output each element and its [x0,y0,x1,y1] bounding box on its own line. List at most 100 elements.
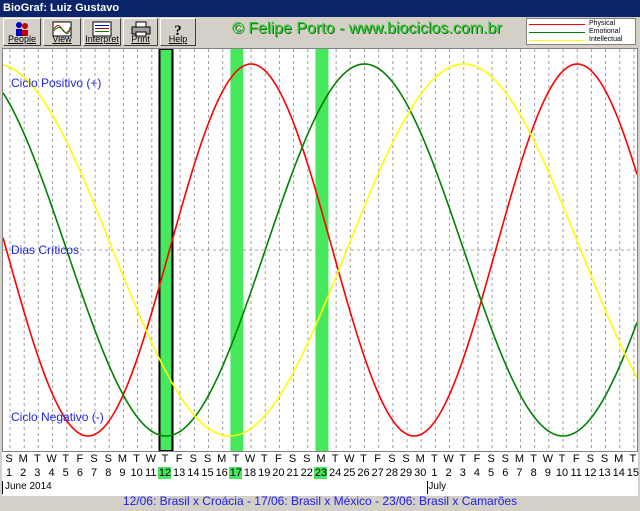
day-number-label: 13 [598,467,611,479]
weekday-label: S [90,453,98,465]
critical-days-label: Dias Críticos [11,243,80,257]
weekday-label: S [388,453,396,465]
window-title: BioGraf: Luiz Gustavo [3,2,120,14]
weekday-label: T [459,453,467,465]
legend-label-intellectual: Intellectual [589,36,623,43]
legend-line-intellectual [529,40,585,41]
weekday-label: T [33,453,41,465]
print-button-label: Print [131,34,150,44]
view-button[interactable]: View [43,18,81,46]
weekday-label: M [614,453,624,465]
highlight-day-bar [158,48,174,452]
weekday-label: S [5,453,13,465]
legend-item-intellectual: Intellectual [529,36,633,44]
interpret-button[interactable]: Interpret [83,18,121,46]
biorhythm-chart: Ciclo Positivo (+) Dias Críticos Ciclo N… [2,48,638,452]
day-number-label: 28 [385,467,398,479]
help-button[interactable]: ? Help [160,18,196,46]
weekday-label: S [303,453,311,465]
chart-legend: Physical Emotional Intellectual [526,18,636,45]
weekday-label: S [487,453,495,465]
day-number-label: 14 [187,467,200,479]
day-number-label: 5 [488,467,495,479]
weekday-label: W [145,453,156,465]
weekday-label: S [288,453,297,465]
day-number-label: 13 [173,467,186,479]
month-label-june: June 2014 [5,481,52,492]
highlight-day-bar [315,49,329,451]
weekday-label: T [133,453,140,465]
weekday-label: F [275,453,282,465]
weekday-label: M [415,453,425,465]
day-number-label: 23 [314,467,328,479]
month-label-july: July [428,481,447,492]
weekday-label: F [175,453,183,465]
day-number-label: 12 [584,467,597,479]
day-number-label: 11 [570,467,582,479]
day-number-label: 8 [105,467,112,479]
weekday-label: M [217,453,227,465]
day-number-label: 1 [431,467,438,479]
day-number-label: 6 [76,467,83,479]
weekday-label: T [530,453,538,465]
credit-banner: © Felipe Porto - www.biociclos.com.br [232,20,502,37]
negative-cycle-label: Ciclo Negativo (-) [11,410,104,424]
day-number-label: 15 [626,467,640,479]
weekday-label: T [360,453,367,465]
day-number-label: 9 [544,467,551,479]
day-number-label: 27 [371,467,384,479]
weekday-label: M [18,453,28,465]
day-number-label: 10 [130,467,143,479]
biorhythm-chart-svg [2,48,638,452]
interpret-button-label: Interpret [85,34,119,44]
weekday-label: F [572,453,580,465]
day-number-label: 29 [399,467,413,479]
print-button[interactable]: Print [123,18,158,46]
weekday-label: S [104,453,112,465]
weekday-label: T [431,453,438,465]
day-number-label: 15 [201,467,214,479]
day-number-label: 20 [272,467,285,479]
weekday-label: S [586,453,595,465]
positive-cycle-label: Ciclo Positivo (+) [11,76,102,90]
day-number-label: 8 [530,467,537,479]
people-button[interactable]: People [3,18,41,46]
highlight-day-bar [230,49,244,451]
day-number-label: 3 [459,467,466,479]
day-number-label: 9 [119,467,126,479]
day-number-label: 7 [91,467,98,479]
day-number-label: 21 [286,467,299,479]
window-title-bar: BioGraf: Luiz Gustavo [0,0,640,17]
legend-line-physical [529,24,585,25]
weekday-label: T [260,453,268,465]
day-number-label: 6 [502,467,509,479]
day-number-label: 10 [555,467,569,479]
weekday-label: W [542,453,554,465]
status-bar: 12/06: Brasil x Croácia - 17/06: Brasil … [122,494,518,508]
weekday-label: W [46,453,57,465]
day-number-label: 7 [516,467,523,479]
weekday-label: T [558,453,566,465]
weekday-label: S [189,453,197,465]
weekday-label: F [76,453,84,465]
help-button-label: Help [168,34,188,44]
weekday-label: W [443,453,454,465]
day-number-label: 25 [343,467,356,479]
weekday-label: T [62,453,70,465]
weekday-label: S [600,453,609,465]
day-number-label: 4 [48,467,55,479]
day-number-label: 2 [20,467,27,479]
weekday-label: W [344,453,355,465]
weekday-label: M [316,453,326,465]
day-number-label: 24 [329,467,342,479]
day-number-label: 17 [229,467,243,479]
day-number-label: 2 [445,467,452,479]
day-number-label: 19 [258,467,271,479]
day-number-label: 12 [158,467,172,479]
month-separator [427,481,429,494]
weekday-label: S [203,453,212,465]
day-number-label: 18 [243,467,257,479]
day-number-label: 30 [414,467,427,479]
day-number-label: 4 [473,467,480,479]
calendar-strip: S 1 M 2 T 3 W 4 T 5 F 6 S 7 S 8 M 9 T 10 W 11 T 12 F 13 S 14 S 15 M 16 T… [2,452,640,496]
